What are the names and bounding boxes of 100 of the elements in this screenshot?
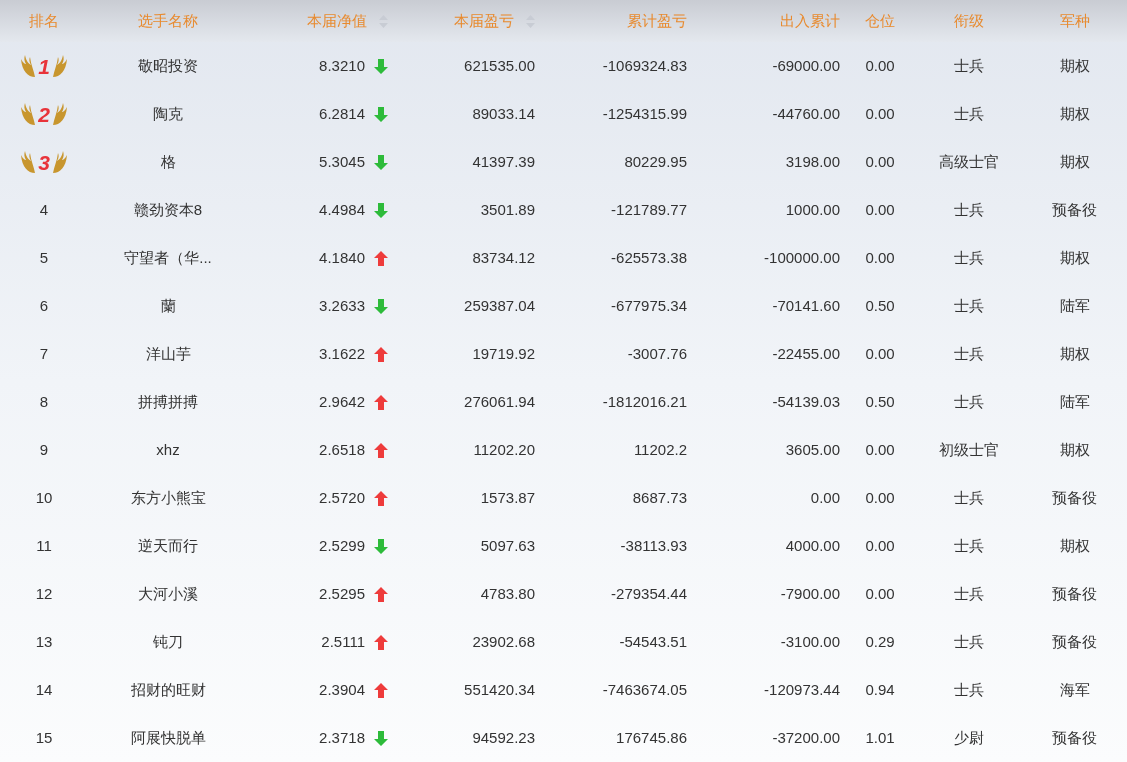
table-cell-text: -70141.60	[772, 295, 840, 316]
player-name: 敬昭投资	[138, 55, 198, 76]
rank-number: 15	[35, 727, 53, 748]
table-cell-text: 2.9642	[319, 391, 365, 412]
table-cell-text: 士兵	[953, 343, 984, 364]
table-cell-text: 0.00	[865, 199, 895, 220]
table-cell-text: 期权	[1059, 343, 1090, 364]
table-cell-text: -120973.44	[764, 679, 840, 700]
player-name: 拼搏拼搏	[138, 391, 198, 412]
table-cell-text: 2.5111	[321, 631, 365, 652]
table-cell-text: 期权	[1059, 55, 1090, 76]
rank-number: 6	[39, 295, 49, 316]
table-cell-text: -44760.00	[772, 103, 840, 124]
table-cell-text: -7463674.05	[602, 679, 687, 700]
table-cell-text: 3.2633	[319, 295, 365, 316]
rank-number: 4	[39, 199, 49, 220]
table-cell-text: 621535.00	[464, 55, 535, 76]
table-cell-text: 预备役	[1052, 583, 1097, 604]
rank-number: 2	[38, 103, 50, 125]
table-cell-text: 期权	[1059, 439, 1090, 460]
table-cell-text: 期权	[1059, 247, 1090, 268]
rank-number: 13	[35, 631, 53, 652]
table-cell-text: -37200.00	[772, 727, 840, 748]
table-cell-text: 0.00	[865, 343, 895, 364]
table-cell-text: 士兵	[953, 679, 984, 700]
table-cell-text: -54543.51	[619, 631, 687, 652]
column-header[interactable]: 本届净值	[307, 9, 388, 33]
table-cell-text: 5097.63	[480, 535, 535, 556]
rank-number: 7	[39, 343, 49, 364]
table-cell-text: -38113.93	[620, 535, 687, 556]
table-cell-text: 8.3210	[319, 55, 365, 76]
table-cell-text: 士兵	[953, 55, 984, 76]
column-header: 军种	[1059, 10, 1090, 31]
table-cell-text: 士兵	[953, 295, 984, 316]
table-cell-text: 2.3718	[319, 727, 365, 748]
table-cell-text: 0.00	[865, 487, 895, 508]
table-cell-text: 士兵	[953, 535, 984, 556]
table-cell-text: 11202.20	[473, 439, 535, 460]
table-cell-text: 1000.00	[785, 199, 840, 220]
table-cell-text: 2.5299	[319, 535, 365, 556]
table-cell-text: 士兵	[953, 631, 984, 652]
table-cell-text: -54139.03	[772, 391, 840, 412]
table-cell-text: 少尉	[953, 727, 984, 748]
table-cell-text: 259387.04	[464, 295, 535, 316]
rank-number: 12	[35, 583, 53, 604]
rank-number: 10	[35, 487, 53, 508]
table-cell-text: -121789.77	[611, 199, 687, 220]
column-header: 累计盈亏	[627, 10, 687, 31]
table-cell-text: 0.50	[865, 295, 895, 316]
table-cell-text: 士兵	[953, 487, 984, 508]
table-cell-text: -1069324.83	[602, 55, 687, 76]
table-cell-text: 0.29	[865, 631, 895, 652]
player-name: 洋山芋	[145, 343, 191, 364]
table-cell-text: -22455.00	[772, 343, 840, 364]
player-name: 格	[160, 151, 176, 172]
table-cell-text: 83734.12	[472, 247, 535, 268]
table-cell-text: 预备役	[1052, 487, 1097, 508]
table-cell-text: 89033.14	[472, 103, 535, 124]
table-cell-text: 0.94	[865, 679, 895, 700]
column-header: 仓位	[865, 10, 895, 31]
table-cell-text: 94592.23	[472, 727, 535, 748]
table-cell-text: 8687.73	[632, 487, 687, 508]
table-cell-text: 0.00	[865, 103, 895, 124]
table-cell-text: 士兵	[953, 583, 984, 604]
table-cell-text: -677975.34	[611, 295, 687, 316]
table-cell-text: 0.00	[865, 439, 895, 460]
player-name: 蘭	[160, 295, 176, 316]
table-cell-text: 预备役	[1052, 727, 1097, 748]
table-cell-text: 陆军	[1059, 295, 1090, 316]
table-cell-text: 3198.00	[785, 151, 840, 172]
player-name: 守望者（华...	[124, 247, 212, 268]
table-cell-text: 23902.68	[472, 631, 535, 652]
table-cell-text: 3605.00	[785, 439, 840, 460]
table-cell-text: -1254315.99	[602, 103, 687, 124]
table-cell-text: 0.00	[810, 487, 840, 508]
table-cell-text: 4.1840	[319, 247, 365, 268]
player-name: 钝刀	[153, 631, 183, 652]
table-cell-text: -625573.38	[611, 247, 687, 268]
table-cell-text: 1.01	[865, 727, 895, 748]
column-header[interactable]: 本届盈亏	[454, 9, 535, 33]
table-cell-text: 2.3904	[319, 679, 365, 700]
table-cell-text: 276061.94	[464, 391, 535, 412]
table-cell-text: 0.00	[865, 151, 895, 172]
table-cell-text: 预备役	[1052, 199, 1097, 220]
table-cell-text: 期权	[1059, 151, 1090, 172]
table-cell-text: 551420.34	[464, 679, 535, 700]
table-cell-text: -7900.00	[780, 583, 840, 604]
table-cell-text: 0.00	[865, 583, 895, 604]
table-cell-text: 期权	[1059, 103, 1090, 124]
table-cell-text: 高级士官	[938, 151, 999, 172]
column-header: 出入累计	[780, 10, 840, 31]
table-cell-text: 海军	[1059, 679, 1090, 700]
table-cell-text: 0.00	[865, 535, 895, 556]
table-cell-text: 2.5720	[319, 487, 365, 508]
table-cell-text: 3501.89	[480, 199, 535, 220]
table-cell-text: 11202.2	[633, 439, 687, 460]
rank-number: 5	[39, 247, 49, 268]
player-name: 赣劲资本8	[133, 199, 203, 220]
table-cell-text: 2.6518	[319, 439, 365, 460]
player-name: 东方小熊宝	[130, 487, 206, 508]
